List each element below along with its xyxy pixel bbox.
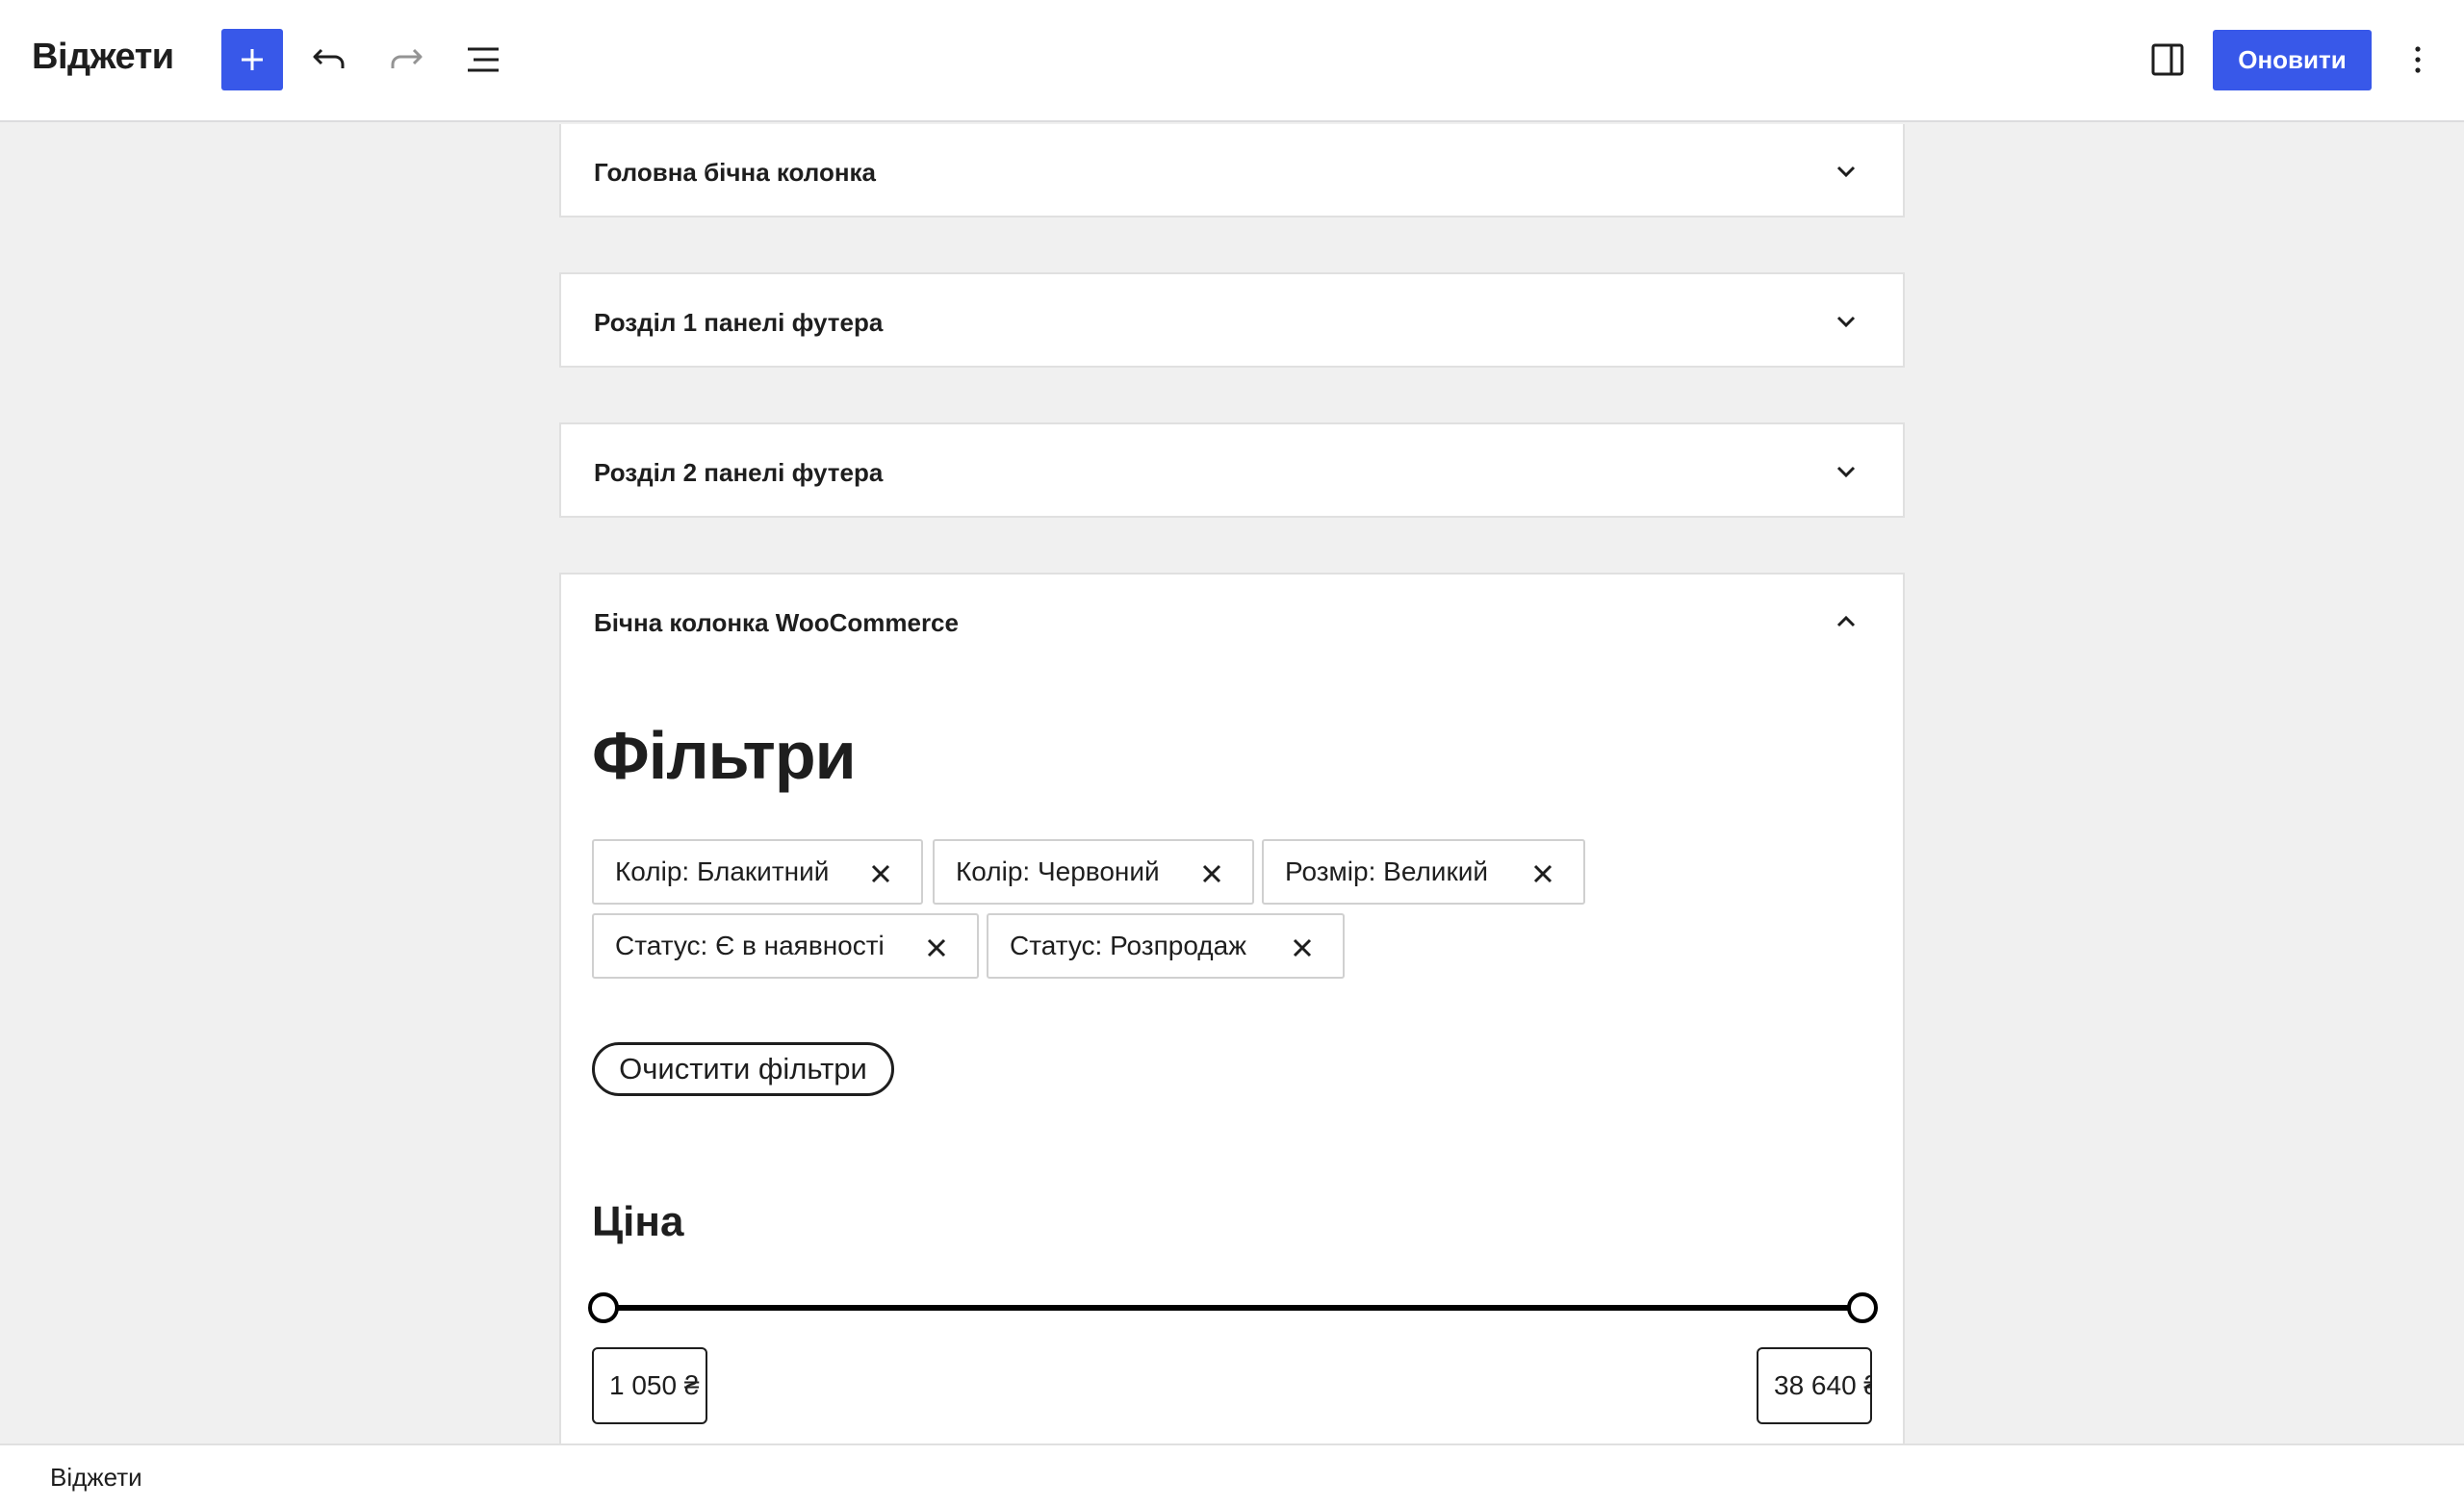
widget-areas-canvas: Головна бічна колонка Розділ 1 панелі фу… (0, 124, 2464, 1443)
close-icon[interactable] (1291, 936, 1314, 959)
page-title: Віджети (32, 37, 174, 77)
close-icon[interactable] (1200, 862, 1223, 885)
breadcrumb[interactable]: Віджети (50, 1463, 142, 1493)
widget-area-title: Головна бічна колонка (594, 158, 877, 187)
chevron-down-icon[interactable] (1830, 455, 1862, 488)
filter-chip[interactable]: Колір: Блакитний (592, 839, 923, 905)
close-icon[interactable] (925, 936, 948, 959)
settings-sidebar-button[interactable] (2144, 37, 2191, 83)
active-filters-heading: Фільтри (592, 718, 857, 793)
filter-chip-label: Статус: Є в наявності (615, 931, 885, 960)
footer-breadcrumb-bar: Віджети (0, 1443, 2464, 1507)
widget-area-woocommerce-sidebar[interactable]: Бічна колонка WooCommerce Фільтри Колір:… (559, 573, 1905, 1443)
close-icon[interactable] (869, 862, 892, 885)
filter-chip[interactable]: Колір: Червоний (933, 839, 1254, 905)
clear-filters-button[interactable]: Очистити фільтри (592, 1042, 894, 1096)
widget-area-footer-2[interactable]: Розділ 2 панелі футера (559, 422, 1905, 518)
widget-area-main-sidebar[interactable]: Головна бічна колонка (559, 124, 1905, 217)
undo-icon (313, 48, 345, 68)
price-slider-min-handle[interactable] (588, 1292, 619, 1323)
widget-area-title: Розділ 1 панелі футера (594, 308, 884, 337)
price-max-input[interactable]: 38 640 ₴ (1757, 1347, 1872, 1424)
update-button[interactable]: Оновити (2213, 30, 2372, 90)
chevron-down-icon[interactable] (1830, 305, 1862, 338)
more-options-button[interactable] (2395, 37, 2441, 83)
filter-chip[interactable]: Розмір: Великий (1262, 839, 1585, 905)
redo-icon (391, 48, 423, 68)
filter-chip[interactable]: Статус: Є в наявності (592, 913, 979, 979)
price-slider-track[interactable] (603, 1305, 1862, 1311)
close-icon[interactable] (1531, 862, 1554, 885)
add-block-button[interactable] (221, 29, 283, 90)
price-min-input[interactable]: 1 050 ₴ (592, 1347, 707, 1424)
filter-chip-label: Розмір: Великий (1285, 856, 1488, 886)
sidebar-toggle-icon (2151, 43, 2184, 76)
chevron-up-icon[interactable] (1830, 605, 1862, 638)
list-view-icon (468, 47, 499, 72)
header-toolbar: Віджети Оновити (0, 0, 2464, 122)
widget-area-title: Розділ 2 панелі футера (594, 458, 884, 487)
filter-chip[interactable]: Статус: Розпродаж (987, 913, 1345, 979)
filter-chip-label: Колір: Блакитний (615, 856, 830, 886)
filter-chip-label: Статус: Розпродаж (1010, 931, 1246, 960)
undo-button[interactable] (306, 37, 352, 83)
widget-area-title: Бічна колонка WooCommerce (594, 608, 959, 637)
price-heading: Ціна (592, 1198, 684, 1245)
widget-area-footer-1[interactable]: Розділ 1 панелі футера (559, 272, 1905, 368)
price-slider-max-handle[interactable] (1847, 1292, 1878, 1323)
redo-button[interactable] (383, 37, 429, 83)
plus-icon (242, 49, 263, 70)
list-view-button[interactable] (460, 37, 506, 83)
vertical-ellipsis-icon (2415, 46, 2421, 73)
chevron-down-icon[interactable] (1830, 155, 1862, 188)
filter-chip-label: Колір: Червоний (956, 856, 1160, 886)
